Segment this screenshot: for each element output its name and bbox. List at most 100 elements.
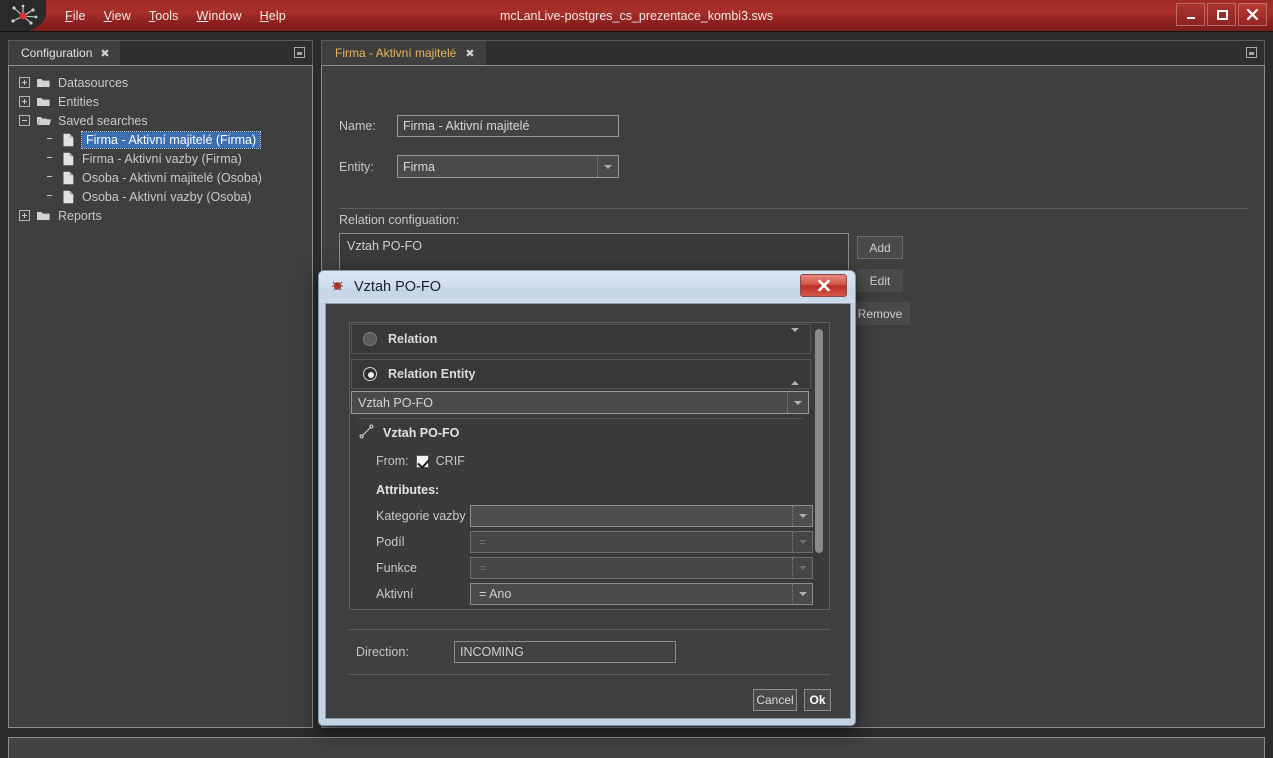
remove-button-label: Remove xyxy=(858,307,903,321)
relation-entity-combo[interactable]: Vztah PO-FO xyxy=(351,391,809,414)
tree-expander-collapsed-icon[interactable] xyxy=(19,77,30,88)
tab-configuration[interactable]: Configuration ✖ xyxy=(9,41,120,65)
dialog-scroll-area: Relation Relation Entity Vztah PO-FO xyxy=(349,322,830,610)
tree-item-saved-searches[interactable]: Saved searches xyxy=(9,111,312,130)
window-controls xyxy=(1176,3,1267,26)
remove-button[interactable]: Remove xyxy=(850,302,910,325)
from-label: From: xyxy=(376,454,409,468)
section-relation-entity-label: Relation Entity xyxy=(388,367,476,381)
from-checkbox[interactable] xyxy=(416,455,429,468)
tree-expander-collapsed-icon[interactable] xyxy=(19,96,30,107)
menubar: File View Tools Window Help xyxy=(56,0,295,32)
minimize-icon xyxy=(1185,9,1197,21)
attribute-label-2: Funkce xyxy=(376,561,417,575)
section-relation-label: Relation xyxy=(388,332,437,346)
attributes-label: Attributes: xyxy=(376,483,439,497)
tree-item-label: Osoba - Aktivní vazby (Osoba) xyxy=(82,190,252,204)
tree-item-datasources[interactable]: Datasources xyxy=(9,73,312,92)
tab-firma-label: Firma - Aktivní majitelé xyxy=(335,46,456,60)
attribute-value-1: = xyxy=(479,535,486,549)
tree-item-reports[interactable]: Reports xyxy=(9,206,312,225)
direction-row: Direction: INCOMING xyxy=(356,641,676,663)
section-relation-chevron-down-icon[interactable] xyxy=(791,332,799,346)
document-icon xyxy=(62,133,75,147)
menu-file-rest: ile xyxy=(73,9,86,23)
attribute-label-1: Podíl xyxy=(376,535,405,549)
configuration-tree: Datasources Entities Saved searches Firma -… xyxy=(8,65,313,728)
section-relation-radio[interactable] xyxy=(363,332,377,346)
tree-item-label: Reports xyxy=(58,209,102,223)
menu-tools[interactable]: Tools xyxy=(140,6,188,26)
attribute-combo-3-chevron-down-icon[interactable] xyxy=(792,584,812,604)
ok-button[interactable]: Ok xyxy=(804,689,831,711)
section-relation-entity-radio[interactable] xyxy=(363,367,377,381)
tree-item-label: Firma - Aktivní vazby (Firma) xyxy=(82,152,242,166)
tab-firma-aktivni-majitele[interactable]: Firma - Aktivní majitelé ✖ xyxy=(322,41,486,65)
attribute-value-3: = Ano xyxy=(479,587,511,601)
maximize-button[interactable] xyxy=(1207,3,1236,26)
direction-input[interactable]: INCOMING xyxy=(454,641,676,663)
menu-help[interactable]: Help xyxy=(251,6,295,26)
tree-item-label: Entities xyxy=(58,95,99,109)
ok-button-label: Ok xyxy=(810,693,826,707)
menu-window-mnemonic: W xyxy=(197,9,209,23)
menu-file[interactable]: File xyxy=(56,6,95,26)
tree-item-osoba-aktivn-vazby-osoba[interactable]: Osoba - Aktivní vazby (Osoba) xyxy=(9,187,312,206)
configuration-panel-minimize-button[interactable] xyxy=(294,47,305,58)
workspace: Configuration ✖ Datasources Entities Saved… xyxy=(0,32,1273,758)
maximize-icon xyxy=(1216,9,1228,21)
entity-label: Entity: xyxy=(339,160,391,174)
tree-item-label: Firma - Aktivní majitelé (Firma) xyxy=(82,132,260,148)
tree-spacer xyxy=(45,134,56,145)
dialog-titlebar: Vztah PO-FO xyxy=(319,271,855,303)
relation-list-item-0[interactable]: Vztah PO-FO xyxy=(347,239,841,253)
status-bar xyxy=(8,737,1265,758)
dialog-close-button[interactable] xyxy=(800,274,847,297)
tree-item-label: Saved searches xyxy=(58,114,148,128)
tree-item-osoba-aktivn-majitel-osoba[interactable]: Osoba - Aktivní majitelé (Osoba) xyxy=(9,168,312,187)
edit-button[interactable]: Edit xyxy=(857,269,903,292)
entity-combo-chevron-down-icon[interactable] xyxy=(597,156,618,177)
document-icon xyxy=(62,171,75,185)
tree-item-label: Datasources xyxy=(58,76,128,90)
tree-item-entities[interactable]: Entities xyxy=(9,92,312,111)
add-button[interactable]: Add xyxy=(857,236,903,259)
close-icon xyxy=(1246,8,1259,21)
dialog-divider-1 xyxy=(358,418,803,419)
relation-entity-combo-value: Vztah PO-FO xyxy=(358,396,433,410)
close-button[interactable] xyxy=(1238,3,1267,26)
tree-item-firma-aktivn-vazby-firma[interactable]: Firma - Aktivní vazby (Firma) xyxy=(9,149,312,168)
tree-expander-collapsed-icon[interactable] xyxy=(19,210,30,221)
attribute-combo-3[interactable]: = Ano xyxy=(470,583,813,605)
tree-spacer xyxy=(45,153,56,164)
dialog-divider-3 xyxy=(348,674,830,675)
tree-expander-expanded-icon[interactable] xyxy=(19,115,30,126)
relation-dialog: Vztah PO-FO Relation xyxy=(318,270,856,726)
relation-config-label: Relation configuation: xyxy=(339,213,459,227)
cancel-button[interactable]: Cancel xyxy=(753,689,797,711)
menu-window[interactable]: Window xyxy=(188,6,251,26)
folder-open-icon xyxy=(36,114,51,127)
editor-panel-minimize-button[interactable] xyxy=(1246,47,1257,58)
section-relation[interactable]: Relation xyxy=(351,324,811,354)
section-relation-entity[interactable]: Relation Entity xyxy=(351,359,811,389)
relation-heading: Vztah PO-FO xyxy=(359,424,459,442)
attribute-combo-0-chevron-down-icon[interactable] xyxy=(792,506,812,526)
from-value-label: CRIF xyxy=(436,454,465,468)
window-titlebar: mcLanLive-postgres_cs_prezentace_kombi3.… xyxy=(0,0,1273,32)
section-relation-entity-chevron-up-icon[interactable] xyxy=(791,367,799,381)
tree-item-firma-aktivn-majitel-firma[interactable]: Firma - Aktivní majitelé (Firma) xyxy=(9,130,312,149)
editor-tabstrip: Firma - Aktivní majitelé ✖ xyxy=(321,40,1265,65)
menu-view[interactable]: View xyxy=(95,6,140,26)
attribute-combo-2: = xyxy=(470,557,813,579)
dialog-scrollbar-track[interactable] xyxy=(817,326,826,608)
minimize-button[interactable] xyxy=(1176,3,1205,26)
relation-entity-combo-chevron-down-icon[interactable] xyxy=(787,392,808,413)
tab-configuration-close-icon[interactable]: ✖ xyxy=(100,47,109,60)
dialog-scrollbar-thumb[interactable] xyxy=(815,329,823,553)
entity-combo[interactable]: Firma xyxy=(397,155,619,178)
dialog-body: Relation Relation Entity Vztah PO-FO xyxy=(325,303,851,719)
tab-firma-close-icon[interactable]: ✖ xyxy=(465,47,474,60)
attribute-combo-0[interactable] xyxy=(470,505,813,527)
name-input[interactable]: Firma - Aktivní majitelé xyxy=(397,115,619,137)
